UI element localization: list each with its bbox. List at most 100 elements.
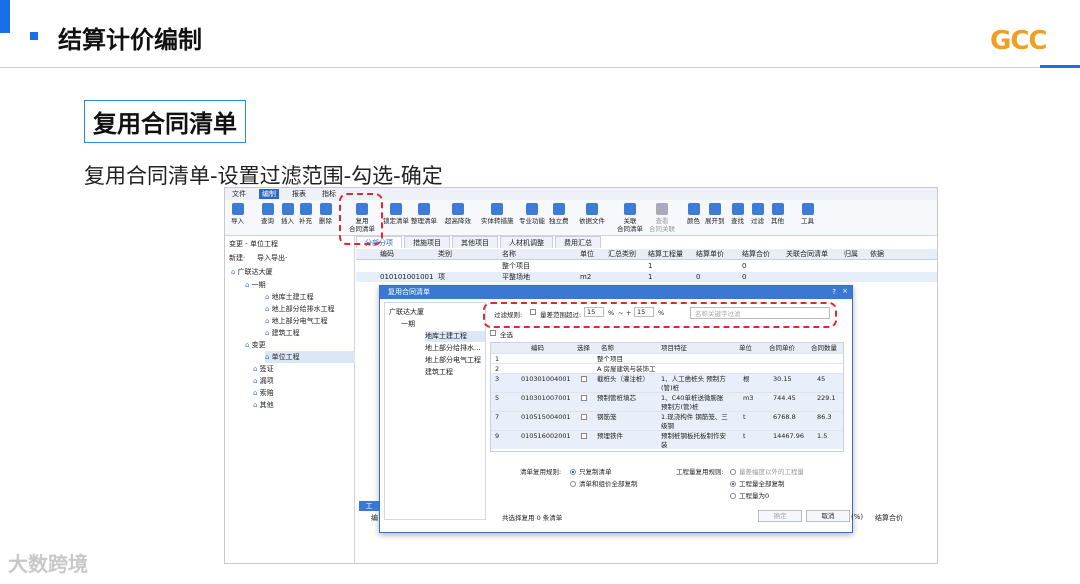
ribbon-label: 颜色 [687,217,700,225]
tree-node-label: 变更 [251,341,266,349]
tree-node[interactable]: ⌂ 漏项 [253,375,355,387]
tree-node[interactable]: ⌂ 一期 [245,279,355,291]
bottom-tab[interactable]: 工 [359,501,379,511]
grid-col-header: 汇总类别 [608,250,636,258]
tree-node[interactable]: ⌂ 建筑工程 [265,327,355,339]
sidebar-new-button[interactable]: 新建· [229,252,245,264]
ribbon-button-0[interactable]: 导入 [231,203,244,225]
row-name: 钢筋笼 [597,413,617,421]
folder-icon: ⌂ [265,305,272,313]
ribbon-icon [319,203,332,215]
list-rule-option-0[interactable]: 只复制清单 [570,466,612,476]
qty-rule-option-2[interactable]: 工程量为0 [730,490,769,500]
tab-2[interactable]: 其他项目 [452,236,498,248]
dialog-table-row[interactable]: 2A 房屋建筑与装饰工程 [491,363,843,382]
tree-node[interactable]: ⌂ 其他 [253,399,355,411]
select-all-label: 全选 [500,331,513,339]
dialog-col-header: 名称 [601,344,614,352]
ribbon-button-13[interactable]: 关联 合同清单 [617,203,643,233]
ribbon-button-11[interactable]: 独立费 [549,203,569,225]
tree-node[interactable]: ⌂ 单位工程 [265,351,355,363]
row-unit: t [743,432,746,440]
ok-button[interactable]: 确定 [758,510,802,522]
ribbon-button-18[interactable]: 过滤 [751,203,764,225]
header-accent-square [30,32,38,40]
tree-node[interactable]: ⌂ 签证 [253,363,355,375]
header-divider [0,67,1080,68]
grid-col-header: 类别 [438,250,452,258]
menu-item-1[interactable]: 编制 [259,189,279,199]
dialog-table-row[interactable]: 1 整个项目 [491,353,843,363]
row-number: 3 [495,375,500,383]
tree-node[interactable]: ⌂ 索赔 [253,387,355,399]
ribbon-icon [231,203,244,215]
ribbon-label: 工具 [801,217,814,225]
ribbon-icon [526,203,538,215]
row-number: 9 [495,432,500,440]
ribbon-button-16[interactable]: 展开到 [705,203,725,225]
grid-col-header: 结算工程量 [648,250,683,258]
dialog-tree-node[interactable]: 建筑工程 [425,367,485,378]
close-icon[interactable]: × [842,287,848,295]
contract-list-grid: 编码选择名称项目特征单位合同单价合同数量 1整个项目2A 房屋建筑与装饰工程30… [490,342,844,452]
row-select-checkbox[interactable] [581,395,587,401]
ribbon-button-6[interactable]: 锁定清单 [383,203,409,225]
dialog-tree-node[interactable]: 地上部分电气工程 [425,355,485,366]
row-select-checkbox[interactable] [581,376,587,382]
tab-3[interactable]: 人材机调整 [500,236,553,248]
qty-rule-option-0[interactable]: 量差幅度以外的工程量 [730,466,804,476]
ribbon-button-7[interactable]: 整理清单 [411,203,437,225]
ribbon-button-9[interactable]: 实体转措施 [481,203,514,225]
tree-node[interactable]: ⌂ 地上部分电气工程 [265,315,355,327]
dialog-table-row[interactable]: 7 010515004001 钢筋笼 1.现浇构件 钢筋笼、三级钢 t 6768.8 86.… [491,411,843,430]
dialog-tree-node[interactable]: 地库土建工程 [425,331,485,342]
select-all-checkbox[interactable] [490,330,496,336]
folder-icon: ⌂ [253,389,260,397]
row-qty: 45 [817,375,826,383]
ribbon-button-2[interactable]: 插入 [281,203,294,225]
ribbon-button-20[interactable]: 工具 [801,203,814,225]
sidebar-import-export-button[interactable]: 导入导出· [257,252,287,264]
dialog-tree-node[interactable]: 一期 [401,319,485,330]
tree-node[interactable]: ⌂ 地库土建工程 [265,291,355,303]
table-row[interactable]: 010101001001 项 平整场地 m2 1 0 0 [356,272,937,282]
ribbon-button-14[interactable]: 查看 合同关联 [649,203,675,233]
tab-4[interactable]: 费用汇总 [555,236,601,248]
ribbon-button-12[interactable]: 依据文件 [579,203,605,225]
menu-item-2[interactable]: 报表 [289,189,309,199]
ribbon-button-17[interactable]: 查找 [731,203,744,225]
cancel-button[interactable]: 取消 [806,510,850,522]
grid-col-header: 编码 [380,250,394,258]
tree-node[interactable]: ⌂ 变更 [245,339,355,351]
row-feature: 预制桩钢板托板制作安装 [661,432,726,449]
dialog-table-row[interactable]: 5 010301007001 预制管桩填芯 1、C40单桩送微膨胀 预制方(管)桩 m3… [491,392,843,411]
row-select-checkbox[interactable] [581,433,587,439]
dialog-tree-node[interactable]: 广联达大厦 [389,307,485,318]
ribbon-icon [281,203,294,215]
ribbon-icon [418,203,430,215]
tree-node[interactable]: ⌂ 地上部分给排水工程 [265,303,355,315]
tree-node-label: 一期 [251,281,266,289]
section-title: 复用合同清单 [84,100,246,143]
table-row[interactable]: 整个项目 1 0 [356,261,937,271]
grid-cell: 0 [742,262,747,270]
help-icon[interactable]: ? [832,288,836,296]
tab-1[interactable]: 措施项目 [404,236,450,248]
menu-item-0[interactable]: 文件 [229,189,249,199]
dialog-table-row[interactable]: 3 010301004001 截桩头（灌注桩） 1、人工凿桩头 预制方(管)桩 根 30.… [491,373,843,392]
ribbon-button-3[interactable]: 补充 [299,203,312,225]
dialog-tree-node[interactable]: 地上部分给排水... [425,343,485,354]
qty-rule-option-1[interactable]: 工程量全部复制 [730,478,785,488]
grid-col-header: 依据 [870,250,884,258]
list-rule-option-1[interactable]: 清单和组价全部复制 [570,478,638,488]
ribbon-button-15[interactable]: 颜色 [687,203,700,225]
menu-item-3[interactable]: 指标 [319,189,339,199]
ribbon-button-10[interactable]: 专业功能 [519,203,545,225]
ribbon-button-19[interactable]: 其他 [771,203,784,225]
dialog-table-row[interactable]: 9 010516002001 预埋铁件 预制桩钢板托板制作安装 t 14467.96 1.5 [491,430,843,449]
ribbon-button-8[interactable]: 超高降效 [445,203,471,225]
tree-node[interactable]: ⌂ 广联达大厦 [231,266,355,278]
ribbon-button-4[interactable]: 删除 [319,203,332,225]
row-select-checkbox[interactable] [581,414,587,420]
ribbon-button-1[interactable]: 查询 [261,203,274,225]
